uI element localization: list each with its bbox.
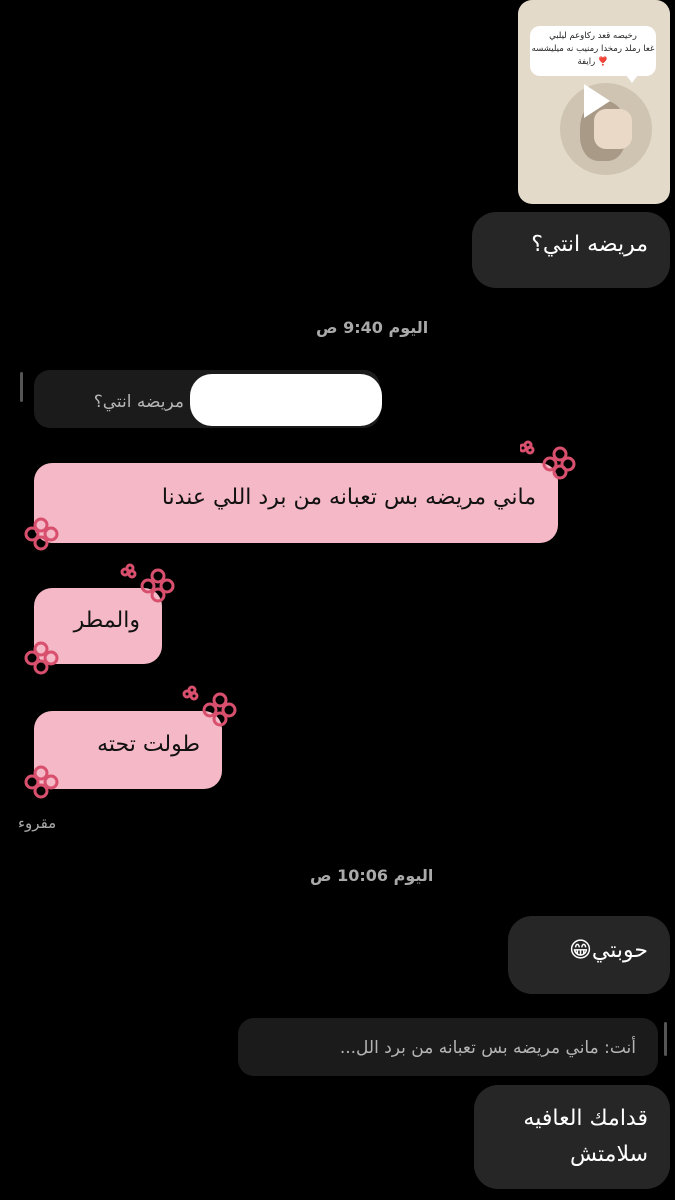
story-caption-line: ❣️ رايفة <box>577 57 609 67</box>
timestamp: اليوم 9:40 ص <box>316 318 429 337</box>
reply-indicator <box>664 1022 667 1056</box>
story-caption-line: رخيصه قعد ركاوعم ليلبي <box>549 31 637 41</box>
reply-indicator <box>20 372 23 402</box>
timestamp: اليوم 10:06 ص <box>310 866 434 885</box>
message-text: ماني مريضه بس تعبانه من برد اللي عندنا <box>161 485 536 510</box>
reply-quote-text: أنت: ماني مريضه بس تعبانه من برد الل... <box>339 1038 636 1058</box>
message-bubble[interactable]: ماني مريضه بس تعبانه من برد اللي عندنا <box>34 463 558 543</box>
flower-sticker-icon <box>24 641 59 675</box>
reply-quote-text: مريضه انتي؟ <box>93 392 184 412</box>
message-text: قدامك العافيه <box>523 1106 648 1131</box>
reply-quote[interactable]: أنت: ماني مريضه بس تعبانه من برد الل... <box>238 1018 658 1076</box>
redacted-name <box>190 374 382 426</box>
story-caption: رخيصه قعد ركاوعم ليلبي غعا رملد رمخدا رم… <box>530 26 656 83</box>
message-text: حوبتي😁 <box>569 938 648 963</box>
message-text: طولت تحته <box>97 732 200 757</box>
flower-sticker-icon <box>182 685 237 727</box>
flower-sticker-icon <box>120 563 175 603</box>
flower-sticker-icon <box>24 765 59 799</box>
story-caption-line: غعا رملد رمخدا رمنيب نه ميليشسه <box>531 44 655 54</box>
message-text: مريضه انتي؟ <box>531 232 648 257</box>
play-icon <box>584 84 610 118</box>
flower-sticker-icon <box>24 517 59 551</box>
message-bubble[interactable]: مريضه انتي؟ <box>472 212 670 288</box>
flower-sticker-icon <box>520 440 576 480</box>
read-receipt: مقروء <box>18 814 57 832</box>
message-text: والمطر <box>73 608 140 633</box>
message-bubble[interactable]: قدامك العافيه سلامتش <box>474 1085 670 1189</box>
story-thumbnail[interactable]: رخيصه قعد ركاوعم ليلبي غعا رملد رمخدا رم… <box>518 0 670 204</box>
message-text: سلامتش <box>569 1142 648 1167</box>
message-bubble[interactable]: حوبتي😁 <box>508 916 670 994</box>
